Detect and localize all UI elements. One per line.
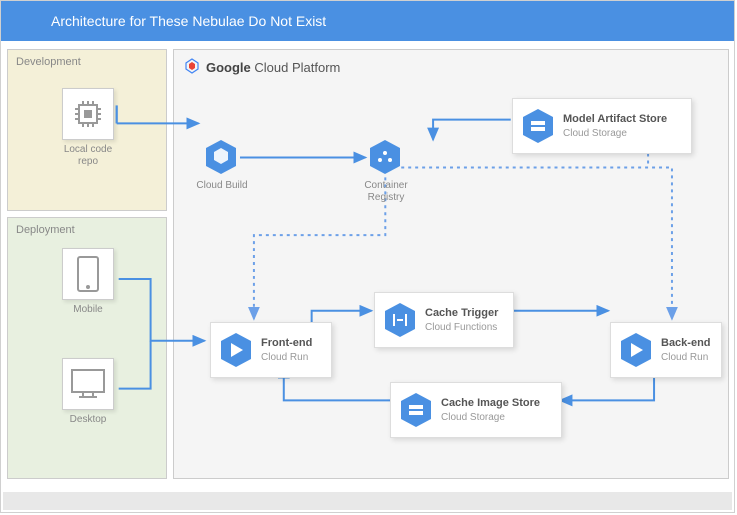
backend-title: Back-end xyxy=(661,336,711,350)
footer-bar xyxy=(3,492,732,510)
development-zone: Development Local code repo xyxy=(7,49,167,211)
cache-trigger-card: Cache TriggerCloud Functions xyxy=(374,292,514,348)
frontend-sub: Cloud Run xyxy=(261,351,312,364)
desktop-client: Desktop xyxy=(54,358,122,426)
cloud-build-label: Cloud Build xyxy=(188,180,256,192)
local-code-repo: Local code repo xyxy=(54,88,122,168)
container-registry-node xyxy=(368,138,402,176)
diagram-frame: Architecture for These Nebulae Do Not Ex… xyxy=(0,0,735,513)
cache-image-store-card: Cache Image StoreCloud Storage xyxy=(390,382,562,438)
cloud-build-icon xyxy=(204,138,238,176)
cloud-functions-icon xyxy=(383,301,417,339)
cache-trigger-sub: Cloud Functions xyxy=(425,321,498,334)
development-label: Development xyxy=(8,50,166,74)
diagram-body: Development Local code repo Deployment M… xyxy=(1,41,734,496)
backend-card: Back-endCloud Run xyxy=(610,322,722,378)
frontend-title: Front-end xyxy=(261,336,312,350)
backend-sub: Cloud Run xyxy=(661,351,711,364)
storage-icon xyxy=(399,391,433,429)
cpu-icon xyxy=(62,88,114,140)
frontend-card: Front-endCloud Run xyxy=(210,322,332,378)
cache-image-sub: Cloud Storage xyxy=(441,411,540,424)
desktop-label: Desktop xyxy=(54,414,122,426)
deployment-zone: Deployment Mobile Desktop xyxy=(7,217,167,479)
cloud-run-icon xyxy=(619,331,653,369)
model-artifact-store-card: Model Artifact StoreCloud Storage xyxy=(512,98,692,154)
mobile-client: Mobile xyxy=(54,248,122,316)
mobile-label: Mobile xyxy=(54,304,122,316)
gcp-header: Google Cloud Platform xyxy=(174,50,728,85)
desktop-icon xyxy=(62,358,114,410)
container-registry-icon xyxy=(368,138,402,176)
container-registry-label: Container Registry xyxy=(356,180,416,204)
cloud-run-icon xyxy=(219,331,253,369)
mobile-icon xyxy=(62,248,114,300)
model-store-title: Model Artifact Store xyxy=(563,112,667,126)
local-code-repo-label: Local code repo xyxy=(54,144,122,168)
gcp-brand-rest: Cloud Platform xyxy=(251,60,341,75)
cache-image-title: Cache Image Store xyxy=(441,396,540,410)
cache-trigger-title: Cache Trigger xyxy=(425,306,498,320)
storage-icon xyxy=(521,107,555,145)
gcp-brand-bold: Google xyxy=(206,60,251,75)
deployment-label: Deployment xyxy=(8,218,166,242)
gcp-logo-icon xyxy=(184,58,200,77)
title-bar: Architecture for These Nebulae Do Not Ex… xyxy=(1,1,734,41)
cloud-build-node xyxy=(204,138,238,176)
gcp-zone: Google Cloud Platform xyxy=(173,49,729,479)
title-text: Architecture for These Nebulae Do Not Ex… xyxy=(51,13,326,29)
model-store-sub: Cloud Storage xyxy=(563,127,667,140)
